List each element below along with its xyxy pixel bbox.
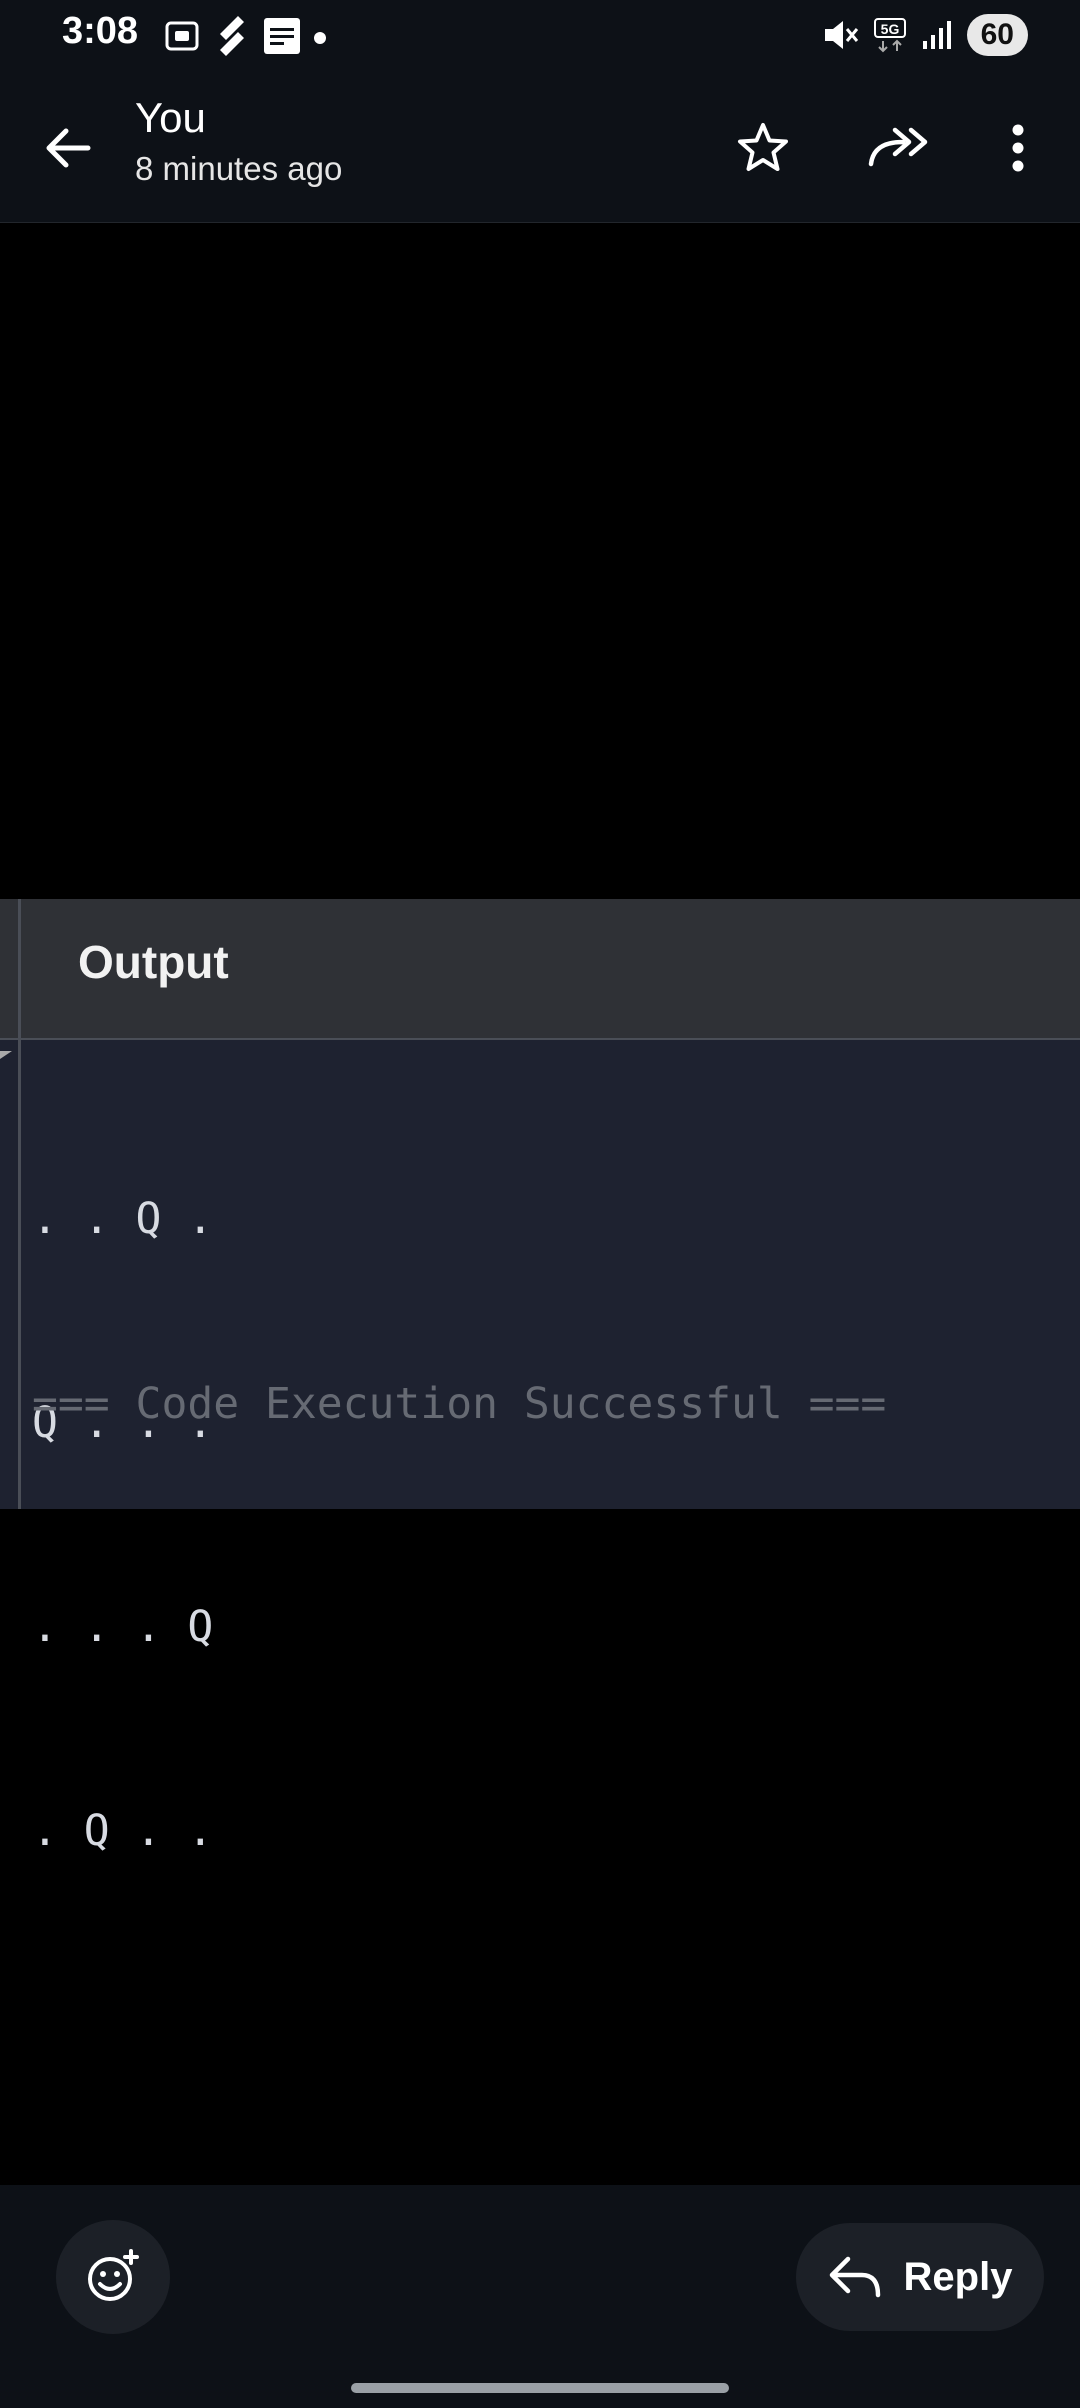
document-icon: [264, 18, 300, 54]
attached-image[interactable]: Output . . Q . Q . . . . . . Q . Q . . =…: [0, 899, 1080, 1856]
screenshot-icon: [165, 21, 199, 51]
stack-app-icon: [220, 16, 244, 56]
notification-dot-icon: [314, 32, 326, 44]
output-panel-header: Output: [0, 899, 1080, 1040]
console-line: . . Q .: [32, 1194, 214, 1244]
star-button[interactable]: [731, 116, 795, 180]
sender-name: You: [135, 94, 206, 141]
battery-indicator: 60: [966, 14, 1028, 56]
console-line: . . . Q: [32, 1602, 214, 1652]
execution-status: === Code Execution Successful ===: [32, 1379, 887, 1429]
message-header: You 8 minutes ago: [0, 72, 1080, 223]
reply-button[interactable]: Reply: [796, 2223, 1044, 2331]
output-title: Output: [78, 936, 229, 988]
panel-divider: [18, 899, 21, 1509]
home-indicator[interactable]: [351, 2383, 729, 2393]
signal-icon: [922, 21, 951, 49]
back-button[interactable]: [36, 116, 100, 180]
mute-icon: [824, 21, 858, 49]
bottom-action-bar: Reply: [0, 2185, 1080, 2408]
corner-marker: [0, 1051, 12, 1059]
console-line: . Q . .: [32, 1806, 214, 1856]
more-options-button[interactable]: [986, 116, 1050, 180]
arrow-left-icon: [46, 128, 91, 168]
status-bar: 3:08 5G 60: [0, 0, 1080, 72]
message-timestamp: 8 minutes ago: [135, 150, 343, 187]
system-icons: 5G 60: [821, 14, 1028, 56]
add-reaction-button[interactable]: [56, 2220, 170, 2334]
notification-icons: [162, 14, 328, 58]
network-label: 5G: [880, 21, 899, 37]
more-vertical-icon: [1012, 124, 1024, 172]
console-output: . . Q . Q . . . . . . Q . Q . .: [32, 1049, 213, 2001]
reply-label: Reply: [903, 2254, 1013, 2299]
add-emoji-icon: [88, 2249, 139, 2301]
status-time: 3:08: [62, 10, 139, 52]
star-icon: [738, 123, 788, 171]
forward-all-icon: [868, 127, 928, 167]
network-5g-icon: 5G: [873, 18, 906, 53]
forward-button[interactable]: [866, 116, 930, 180]
reply-icon: [829, 2256, 880, 2298]
